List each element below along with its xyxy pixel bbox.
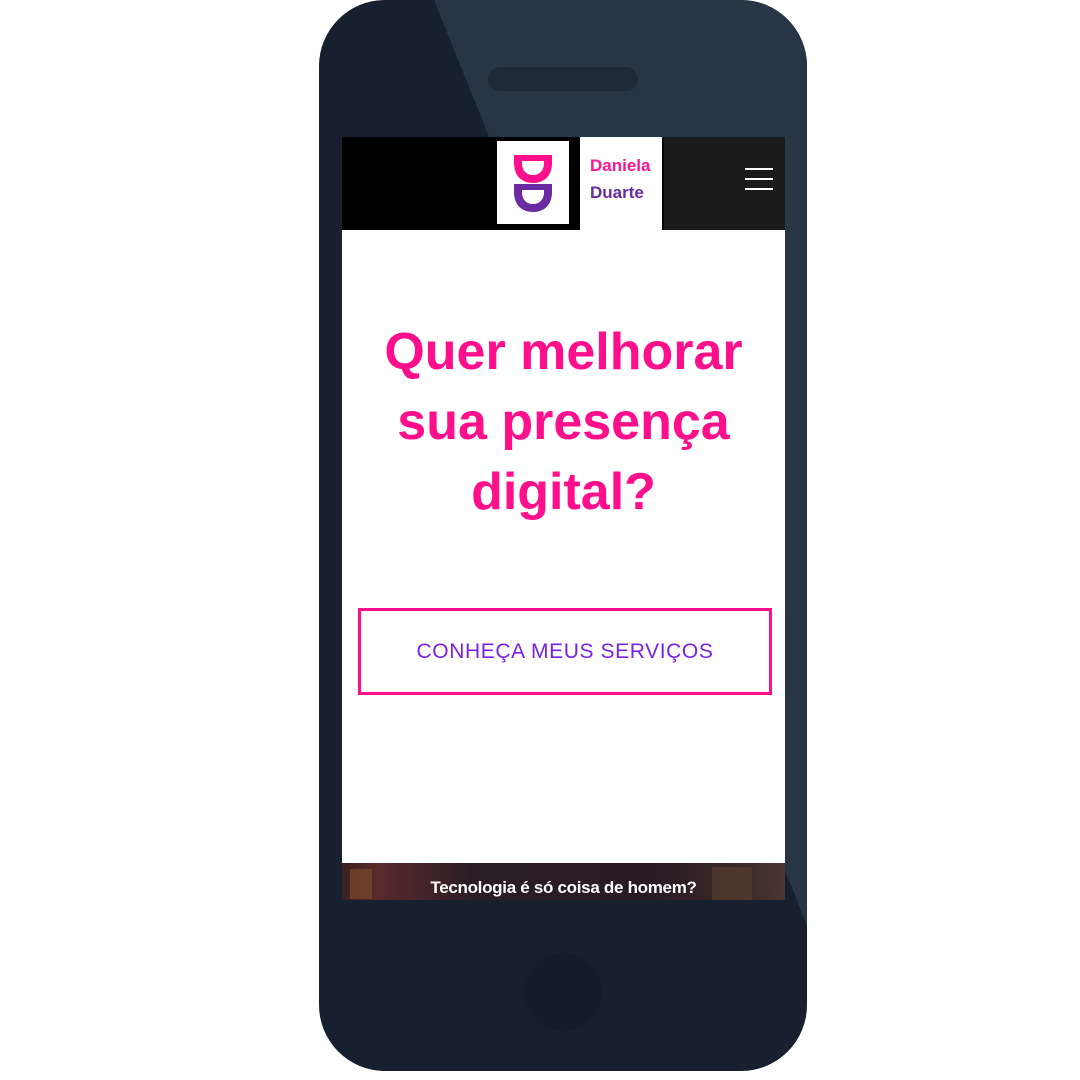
- services-cta-button[interactable]: CONHEÇA MEUS SERVIÇOS: [358, 608, 772, 695]
- logo-link[interactable]: [497, 141, 569, 224]
- teaser-caption: Tecnologia é só coisa de homem?: [430, 878, 697, 897]
- phone-mockup: Daniela Duarte Quer melhorar sua presenç…: [319, 0, 807, 1071]
- brand-last-name: Duarte: [590, 183, 644, 202]
- hamburger-menu-icon[interactable]: [745, 166, 775, 194]
- menu-bar: [745, 168, 773, 170]
- menu-bar: [745, 178, 773, 180]
- site-header: Daniela Duarte: [342, 137, 785, 230]
- brand-first-name: Daniela: [590, 156, 651, 175]
- blog-teaser-card[interactable]: Tecnologia é só coisa de homem?: [342, 863, 785, 900]
- phone-screen: Daniela Duarte Quer melhorar sua presenç…: [342, 137, 785, 900]
- brand-name[interactable]: Daniela Duarte: [580, 137, 662, 230]
- home-button: [524, 953, 602, 1031]
- dd-monogram-icon: [514, 155, 552, 212]
- menu-bar: [745, 188, 773, 190]
- phone-speaker: [488, 67, 638, 91]
- hero-title: Quer melhorar sua presença digital?: [384, 323, 743, 521]
